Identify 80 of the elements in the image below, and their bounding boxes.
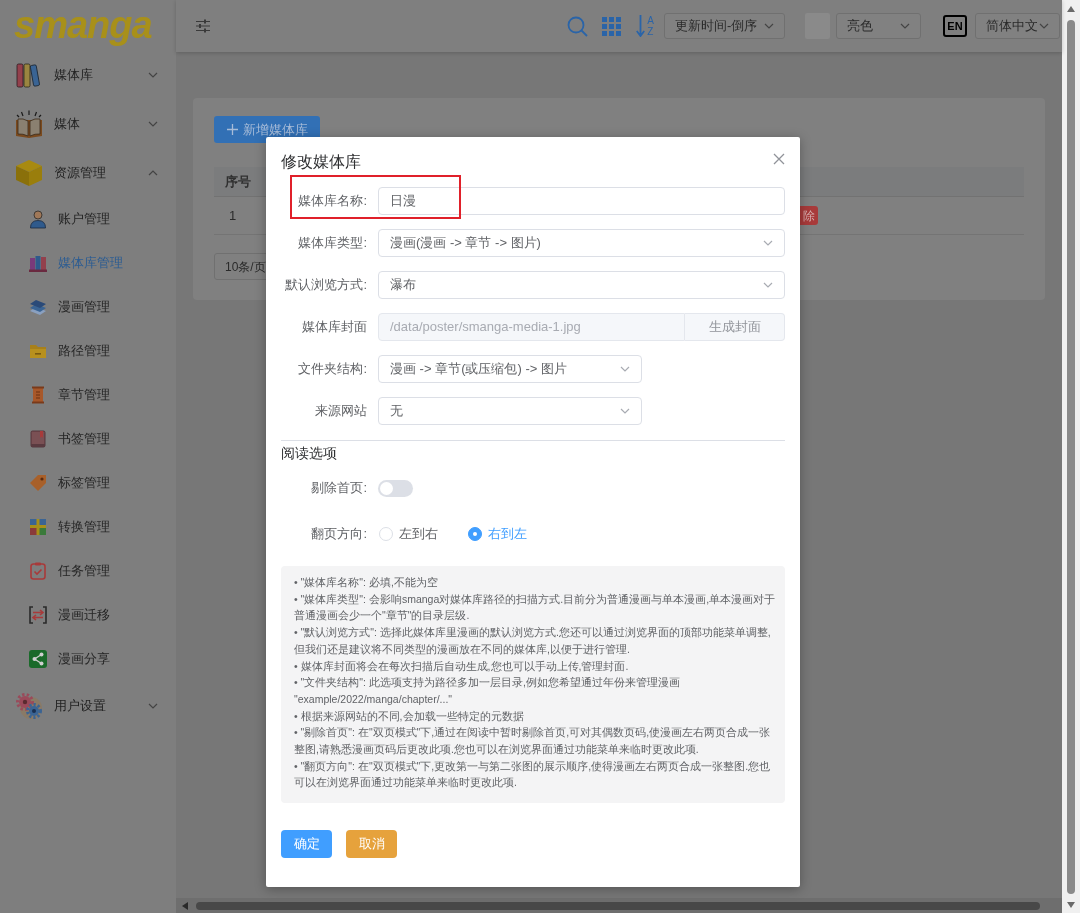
submenu-item[interactable]: 标签管理 bbox=[58, 473, 110, 493]
help-text: • "翻页方向": 在"双页模式"下,更改第一与第二张图的展示顺序,使得漫画左右两页合成一张整图.您也可以在浏览界面通过功能菜单来临时更改此项. bbox=[294, 758, 772, 791]
help-text: • "默认浏览方式": 选择此媒体库里漫画的默认浏览方式.您还可以通过浏览界面的顶部功能菜单调整,但我们还是建议将不同类型的漫画放在不同的媒体库,以便于进行管理. bbox=[294, 625, 772, 657]
select-field[interactable]: 漫画(漫画 -> 章节 -> 图片) bbox=[378, 229, 785, 257]
toggle-switch[interactable] bbox=[378, 479, 413, 497]
person-icon bbox=[28, 209, 48, 229]
scrollbar-thumb[interactable] bbox=[1067, 20, 1075, 894]
table-cell-text: 1 bbox=[228, 206, 238, 225]
delete-button[interactable]: 除 bbox=[800, 206, 818, 225]
submenu-item[interactable]: 转换管理 bbox=[58, 517, 110, 537]
select-field[interactable]: 漫画 -> 章节(或压缩包) -> 图片 bbox=[378, 355, 642, 383]
field-label: 媒体库类型: bbox=[297, 234, 367, 253]
field-label: 媒体库名称: bbox=[297, 192, 367, 211]
scrollbar-thumb[interactable] bbox=[196, 901, 1040, 910]
gears-icon bbox=[14, 690, 44, 721]
chevron-down-icon bbox=[900, 23, 910, 29]
books-icon bbox=[28, 253, 48, 273]
theme-select[interactable]: 亮色 bbox=[836, 13, 921, 39]
confirm-button[interactable]: 确定 bbox=[281, 830, 332, 858]
submenu-item[interactable]: 书签管理 bbox=[58, 429, 110, 449]
chevron-down-icon bbox=[764, 23, 774, 29]
help-text: • "剔除首页": 在"双页模式"下,通过在阅读中暂时剔除首页,可对其偶数页码,使漫画左右两页合成一张整图,请熟悉漫画页码后更改此项.您也可以在浏览界面通过功能菜单来临时更改此项. bbox=[294, 725, 772, 758]
help-text: • "媒体库名称": 必填,不能为空 bbox=[294, 575, 439, 590]
book-stack-icon bbox=[28, 297, 48, 317]
radio-label[interactable]: 右到左 bbox=[488, 524, 527, 544]
close-icon[interactable] bbox=[773, 153, 785, 165]
submenu-item[interactable]: 章节管理 bbox=[58, 385, 110, 405]
chevron-down-icon bbox=[763, 282, 773, 288]
sort-select[interactable]: 更新时间-倒序 bbox=[664, 13, 785, 39]
menu-item[interactable]: 用户设置 bbox=[54, 695, 106, 716]
field-label: 默认浏览方式: bbox=[284, 276, 367, 295]
swap-arrows-icon bbox=[28, 605, 48, 625]
help-text: • 媒体库封面将会在每次扫描后自动生成,您也可以手动上传,管理封面. bbox=[294, 658, 630, 674]
field-label: 剔除首页: bbox=[310, 479, 367, 498]
arrow-down-icon bbox=[636, 15, 646, 37]
select-field[interactable]: 无 bbox=[378, 397, 642, 425]
column-header: 序号 bbox=[224, 172, 252, 191]
select-field[interactable]: 瀑布 bbox=[378, 271, 785, 299]
field-label: 来源网站 bbox=[314, 402, 367, 421]
field-label: 媒体库封面 bbox=[301, 318, 367, 337]
chevron-down-icon bbox=[620, 408, 630, 414]
plus-icon bbox=[227, 124, 238, 135]
cancel-button[interactable]: 取消 bbox=[346, 830, 397, 858]
radio-button[interactable] bbox=[468, 527, 482, 541]
tag-icon bbox=[28, 473, 48, 493]
search-icon[interactable] bbox=[567, 15, 589, 37]
text-field[interactable]: 日漫 bbox=[378, 187, 785, 215]
help-text: • "媒体库类型": 会影响smanga对媒体库路径的扫描方式.目前分为普通漫画与单本漫画,单本漫画对于普通漫画会少一个"章节"的目录层级. bbox=[294, 591, 777, 624]
language-select[interactable]: 简体中文 bbox=[975, 13, 1060, 39]
menu-item[interactable]: 媒体 bbox=[54, 113, 80, 134]
cube-icon bbox=[14, 157, 44, 188]
grid-icon[interactable] bbox=[602, 16, 622, 36]
radio-label[interactable]: 左到右 bbox=[399, 524, 438, 544]
chevron-down-icon bbox=[620, 366, 630, 372]
submenu-item[interactable]: 任务管理 bbox=[58, 561, 110, 581]
section-title: 阅读选项 bbox=[281, 444, 338, 463]
dialog-title: 修改媒体库 bbox=[281, 152, 361, 172]
striped-box-icon bbox=[28, 517, 48, 537]
sliders-icon[interactable] bbox=[196, 19, 210, 33]
submenu-item[interactable]: 漫画分享 bbox=[58, 649, 110, 669]
scroll-up-icon[interactable] bbox=[1067, 6, 1075, 12]
chevron-down-icon bbox=[1039, 23, 1049, 29]
share-icon bbox=[28, 649, 48, 669]
help-text: • 根据来源网站的不同,会加载一些特定的元数据 bbox=[294, 708, 525, 724]
clipboard-check-icon bbox=[28, 561, 48, 581]
language-toggle[interactable]: EN bbox=[943, 15, 967, 37]
notebook-icon bbox=[28, 429, 48, 449]
menu-item[interactable]: 资源管理 bbox=[54, 162, 106, 183]
scroll-down-icon[interactable] bbox=[1067, 902, 1075, 908]
field-label: 文件夹结构: bbox=[297, 360, 367, 379]
scroll-left-icon[interactable] bbox=[182, 901, 188, 910]
submenu-item[interactable]: 账户管理 bbox=[58, 209, 110, 229]
menu-item[interactable]: 媒体库 bbox=[54, 64, 93, 85]
submenu-item[interactable]: 漫画管理 bbox=[58, 297, 110, 317]
open-book-icon bbox=[14, 108, 44, 139]
field-label: 翻页方向: bbox=[310, 525, 367, 544]
submenu-item[interactable]: 路径管理 bbox=[58, 341, 110, 361]
chevron-down-icon bbox=[763, 240, 773, 246]
submenu-item[interactable]: 漫画迁移 bbox=[58, 605, 110, 625]
help-text: • "文件夹结构": 此选项支持为路径多加一层目录,例如您希望通过年份来管理漫画 "example/2022/manga/chapter/..." bbox=[294, 675, 681, 707]
